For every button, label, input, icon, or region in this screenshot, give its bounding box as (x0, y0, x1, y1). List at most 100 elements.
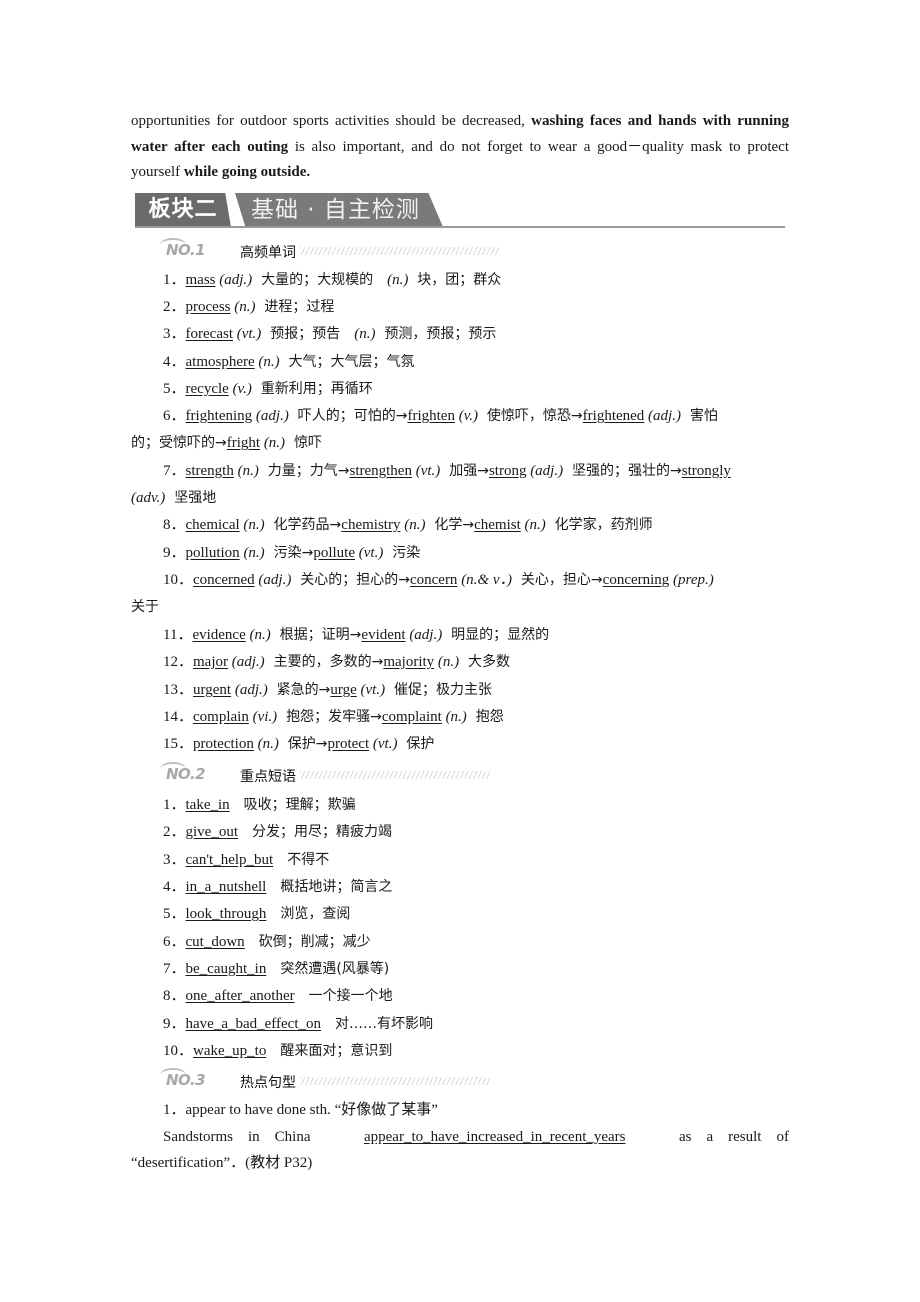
vocab-word[interactable]: urgent (193, 682, 231, 698)
vocab-word[interactable]: protection (193, 736, 254, 752)
intro-bold-2: while going outside. (183, 164, 311, 180)
phrase-meaning: 分发；用尽；精疲力竭 (252, 824, 393, 840)
phrase-answer[interactable]: in_a_nutshell (186, 879, 267, 895)
phrase-answer[interactable]: one_after_another (186, 988, 295, 1004)
definition: 块，团；群众 (408, 272, 502, 288)
part-of-speech: (n.) (437, 654, 460, 670)
vocab-word[interactable]: mass (186, 272, 216, 288)
word-item: 1．mass (adj.) 大量的；大规模的 (n.) 块，团；群众 (131, 270, 833, 290)
vocab-word[interactable]: complaint (382, 709, 442, 725)
word-item: 8．chemical (n.) 化学药品→chemistry (n.) 化学→c… (131, 515, 833, 535)
vocab-word[interactable]: concerning (603, 572, 670, 588)
word-item-continuation: 的；受惊吓的→fright (n.) 惊吓 (131, 433, 801, 453)
vocab-word[interactable]: complain (193, 709, 249, 725)
definition: 关于 (131, 599, 159, 615)
vocab-word[interactable]: fright (227, 435, 260, 451)
item-number: 10． (163, 1043, 194, 1059)
vocab-word[interactable]: concern (410, 572, 457, 588)
phrase-meaning: 不得不 (287, 852, 330, 868)
part-of-speech: (vt.) (360, 682, 386, 698)
vocab-word[interactable]: major (193, 654, 228, 670)
vocab-word[interactable]: recycle (186, 381, 229, 397)
vocab-word[interactable]: strength (186, 463, 234, 479)
word-item: 13．urgent (adj.) 紧急的→urge (vt.) 催促；极力主张 (131, 680, 833, 700)
item-number: 1． (163, 797, 186, 813)
vocab-word[interactable]: chemical (186, 517, 240, 533)
item-number: 7． (163, 463, 186, 479)
subheader-title: 重点短语 (240, 769, 296, 785)
definition: 化学家，药剂师 (545, 517, 653, 533)
vocab-word[interactable]: frighten (407, 408, 454, 424)
vocab-word[interactable]: pollution (186, 545, 240, 561)
item-number: 6． (163, 934, 186, 950)
hatch-decoration (300, 771, 490, 779)
vocab-word[interactable]: protect (327, 736, 369, 752)
vocab-word[interactable]: strongly (682, 463, 731, 479)
definition: 使惊吓，惊恐→ (478, 408, 583, 424)
vocab-word[interactable]: chemist (474, 517, 521, 533)
intro-paragraph: opportunities for outdoor sports activit… (131, 109, 789, 186)
vocab-word[interactable]: frightening (186, 408, 253, 424)
vocab-word[interactable]: concerned (193, 572, 255, 588)
vocab-word[interactable]: strong (489, 463, 527, 479)
phrase-meaning: 概括地讲；简言之 (280, 879, 393, 895)
vocab-word[interactable]: atmosphere (186, 354, 255, 370)
example-sentence-cont: “desertification”．(教材 P32) (131, 1155, 313, 1171)
vocab-word[interactable]: forecast (186, 326, 233, 342)
definition: 加强→ (440, 463, 489, 479)
part-of-speech: (n.) (387, 272, 409, 288)
part-of-speech: (adv.) (131, 490, 166, 506)
phrase-answer[interactable]: look_through (186, 906, 267, 922)
phrase-answer[interactable]: can't_help_but (186, 852, 274, 868)
phrase-answer[interactable]: give_out (186, 824, 239, 840)
item-number: 14． (163, 709, 194, 725)
phrase-item: 2．give_out 分发；用尽；精疲力竭 (131, 822, 833, 842)
part-of-speech: (n.) (445, 709, 467, 725)
intro-text-1: opportunities for outdoor sports activit… (131, 113, 532, 129)
phrase-answer[interactable]: take_in (186, 797, 230, 813)
word-item: 2．process (n.) 进程；过程 (131, 297, 833, 317)
vocab-word[interactable]: evidence (192, 627, 245, 643)
word-item: 14．complain (vi.) 抱怨；发牢骚→complaint (n.) … (131, 707, 833, 727)
phrase-meaning: 吸收；理解；欺骗 (243, 797, 356, 813)
definition: 污染 (383, 545, 421, 561)
word-item: 4．atmosphere (n.) 大气；大气层；气氛 (131, 352, 833, 372)
part-of-speech: (vi.) (252, 709, 278, 725)
item-number: 4． (163, 879, 186, 895)
vocab-word[interactable]: urge (330, 682, 356, 698)
phrase-answer[interactable]: cut_down (186, 934, 245, 950)
hatch-decoration (300, 1077, 490, 1085)
vocab-word[interactable]: frightened (583, 408, 645, 424)
part-of-speech: (n.) (243, 517, 265, 533)
definition: 大多数 (459, 654, 511, 670)
phrase-answer[interactable]: be_caught_in (186, 961, 267, 977)
phrase-meaning: 一个接一个地 (308, 988, 393, 1004)
vocab-word[interactable]: majority (383, 654, 434, 670)
vocab-word[interactable]: evident (361, 627, 405, 643)
part-of-speech: (adj.) (219, 272, 253, 288)
phrase-answer[interactable]: wake_up_to (193, 1043, 266, 1059)
example-answer-blank[interactable]: appear_to_have_increased_in_recent_years (364, 1127, 626, 1147)
phrase-meaning: 醒来面对；意识到 (280, 1043, 393, 1059)
phrase-item: 6．cut_down 砍倒；削减；减少 (131, 932, 833, 952)
definition: 预测，预报；预示 (375, 326, 497, 342)
definition: 坚强地 (165, 490, 217, 506)
part-of-speech: (n.) (524, 517, 546, 533)
example-end: as a result of (679, 1129, 789, 1145)
vocab-word[interactable]: strengthen (349, 463, 411, 479)
phrase-item: 1．take_in 吸收；理解；欺骗 (131, 795, 833, 815)
part-of-speech: (n.& v．) (461, 572, 513, 588)
definition: 抱怨；发牢骚→ (277, 709, 382, 725)
vocab-word[interactable]: chemistry (341, 517, 400, 533)
example-sentence: Sandstorms in China appear_to_have_incre… (131, 1127, 789, 1147)
subheader-no3: NO.3 热点句型 (160, 1068, 580, 1093)
phrase-answer[interactable]: have_a_bad_effect_on (186, 1016, 322, 1032)
item-number: 5． (163, 381, 186, 397)
vocab-word[interactable]: pollute (313, 545, 355, 561)
definition: 重新利用；再循环 (251, 381, 373, 397)
item-number: 3． (163, 852, 186, 868)
definition: 的；受惊吓的→ (131, 435, 227, 451)
vocab-word[interactable]: process (186, 299, 231, 315)
item-number: 2． (163, 824, 186, 840)
part-of-speech: (v.) (458, 408, 479, 424)
